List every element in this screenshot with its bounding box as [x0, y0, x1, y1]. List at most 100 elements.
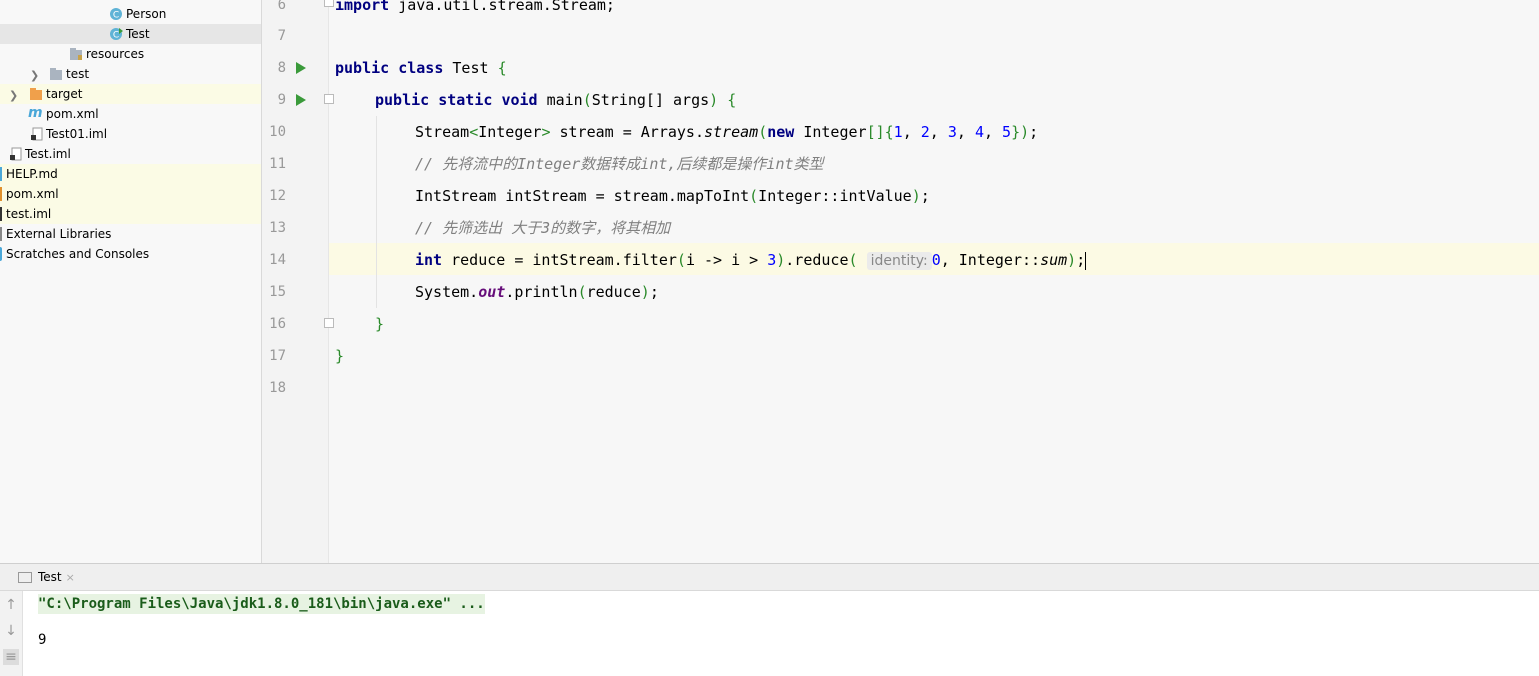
class-name: Test: [452, 59, 489, 77]
chevron-right-icon[interactable]: ❯: [30, 66, 39, 86]
paren: ): [911, 187, 921, 205]
maven-icon: m: [28, 105, 43, 121]
number: 0: [931, 251, 941, 269]
keyword: new: [767, 123, 795, 141]
tree-item-test-iml[interactable]: Test.iml: [0, 144, 261, 164]
paren: <: [469, 123, 479, 141]
code-text: stream = Arrays.: [550, 123, 704, 141]
line-number: 16: [269, 316, 286, 332]
keyword: static: [438, 91, 493, 109]
tree-item-test-class[interactable]: C Test: [0, 24, 261, 44]
number: 3: [767, 251, 777, 269]
code-line-11: // 先将流中的Integer数据转成int,后续都是操作int类型: [415, 155, 824, 173]
paren: (: [758, 123, 768, 141]
tree-item-label: resources: [86, 47, 145, 61]
tree-item-label: pom.xml: [6, 187, 59, 201]
keyword: int: [415, 251, 443, 269]
tree-item-label: test.iml: [6, 207, 52, 221]
number: 4: [974, 123, 984, 141]
tree-item-help-md[interactable]: HELP.md: [0, 164, 261, 184]
tree-item-test-folder[interactable]: ❯ test: [0, 64, 261, 84]
run-tab-bar: Test ×: [0, 564, 1539, 591]
fold-icon[interactable]: [324, 94, 334, 104]
chevron-right-icon[interactable]: ❯: [9, 86, 18, 106]
parameter-hint: identity:: [866, 252, 932, 270]
tree-item-scratches[interactable]: Scratches and Consoles: [0, 244, 261, 264]
line-number: 10: [269, 124, 286, 140]
code-line-16: }: [375, 315, 385, 333]
line-number: 18: [269, 380, 286, 396]
tree-item-label: test: [66, 67, 90, 81]
tree-item-resources[interactable]: resources: [0, 44, 261, 64]
keyword: void: [501, 91, 538, 109]
line-number: 7: [277, 28, 286, 44]
keyword: public: [375, 91, 430, 109]
run-main-icon[interactable]: [296, 94, 306, 106]
console-output: 9: [38, 632, 47, 648]
tree-item-label: Test.iml: [25, 147, 71, 161]
fold-icon[interactable]: [324, 0, 334, 7]
method-name: main: [546, 91, 583, 109]
tree-item-label: pom.xml: [46, 107, 99, 121]
line-number: 14: [269, 252, 286, 268]
code-text: ;: [1029, 123, 1039, 141]
indent-guide: [376, 116, 377, 308]
code-text: i -> i >: [685, 251, 768, 269]
tree-item-external-libraries[interactable]: External Libraries: [0, 224, 261, 244]
line-number: 11: [269, 156, 286, 172]
code-line-17: }: [335, 347, 345, 365]
soft-wrap-icon[interactable]: ≡: [3, 649, 19, 665]
paren: (: [749, 187, 759, 205]
fold-icon[interactable]: [324, 318, 334, 328]
code-text: ;: [920, 187, 930, 205]
tree-item-label: Scratches and Consoles: [6, 247, 150, 261]
tree-item-pom-xml-root[interactable]: pom.xml: [0, 184, 261, 204]
iml-file-icon: [9, 147, 23, 161]
svg-text:C: C: [113, 31, 119, 41]
run-side-toolbar: ↑ ↓ ≡: [0, 591, 23, 676]
paren: (: [582, 91, 592, 109]
command-text: "C:\Program Files\Java\jdk1.8.0_181\bin\…: [38, 594, 485, 614]
tree-item-target[interactable]: ❯ target: [0, 84, 261, 104]
number: 5: [1002, 123, 1012, 141]
arrow-down-icon[interactable]: ↓: [3, 623, 19, 639]
code-line-10: Stream<Integer> stream = Arrays.stream(n…: [415, 123, 1039, 141]
tree-item-pom-xml[interactable]: m pom.xml: [0, 104, 261, 124]
tree-item-test01-iml[interactable]: Test01.iml: [0, 124, 261, 144]
tree-item-test-iml-root[interactable]: test.iml: [0, 204, 261, 224]
code-text: reduce: [586, 283, 641, 301]
line-number: 17: [269, 348, 286, 364]
arrow-up-icon[interactable]: ↑: [3, 597, 19, 613]
run-tool-window: Test × ↑ ↓ ≡ "C:\Program Files\Java\jdk1.…: [0, 563, 1539, 676]
code-text: IntStream intStream = stream.mapToInt: [415, 187, 750, 205]
tree-item-person[interactable]: C Person: [0, 4, 261, 24]
line-number: 15: [269, 284, 286, 300]
code-text: java.util.stream.Stream;: [389, 0, 615, 14]
code-line-9: public static void main(String[] args) {: [375, 84, 736, 116]
console-icon: [18, 572, 32, 583]
line-number: 12: [269, 188, 286, 204]
code-line-13: // 先筛选出 大于3的数字，将其相加: [415, 219, 671, 237]
paren: (: [848, 251, 858, 269]
run-class-icon[interactable]: [296, 62, 306, 74]
code-line-14: int reduce = intStream.filter(i -> i > 3…: [415, 244, 1087, 276]
close-icon[interactable]: ×: [66, 571, 75, 584]
code-text: ;: [649, 283, 659, 301]
number: 2: [920, 123, 930, 141]
iml-file-icon: [30, 127, 44, 141]
tree-item-label: HELP.md: [6, 167, 58, 181]
scratches-icon: [0, 247, 2, 261]
tree-item-label: target: [46, 87, 83, 101]
svg-text:C: C: [113, 11, 119, 21]
static-method: stream: [704, 123, 759, 141]
orange-folder-icon: [29, 87, 43, 101]
code-text: ;: [1076, 251, 1086, 269]
libraries-icon: [0, 227, 2, 241]
paren: ): [776, 251, 786, 269]
code-text: System.: [415, 283, 479, 301]
text-caret: [1085, 251, 1087, 270]
code-editor[interactable]: 6 7 8 9 10 11 12 13 14 15 16 17 18 impor…: [262, 0, 1539, 563]
line-number: 8: [277, 60, 286, 76]
code-line-15: System.out.println(reduce);: [415, 276, 659, 308]
tab-test-run[interactable]: Test ×: [8, 564, 75, 590]
